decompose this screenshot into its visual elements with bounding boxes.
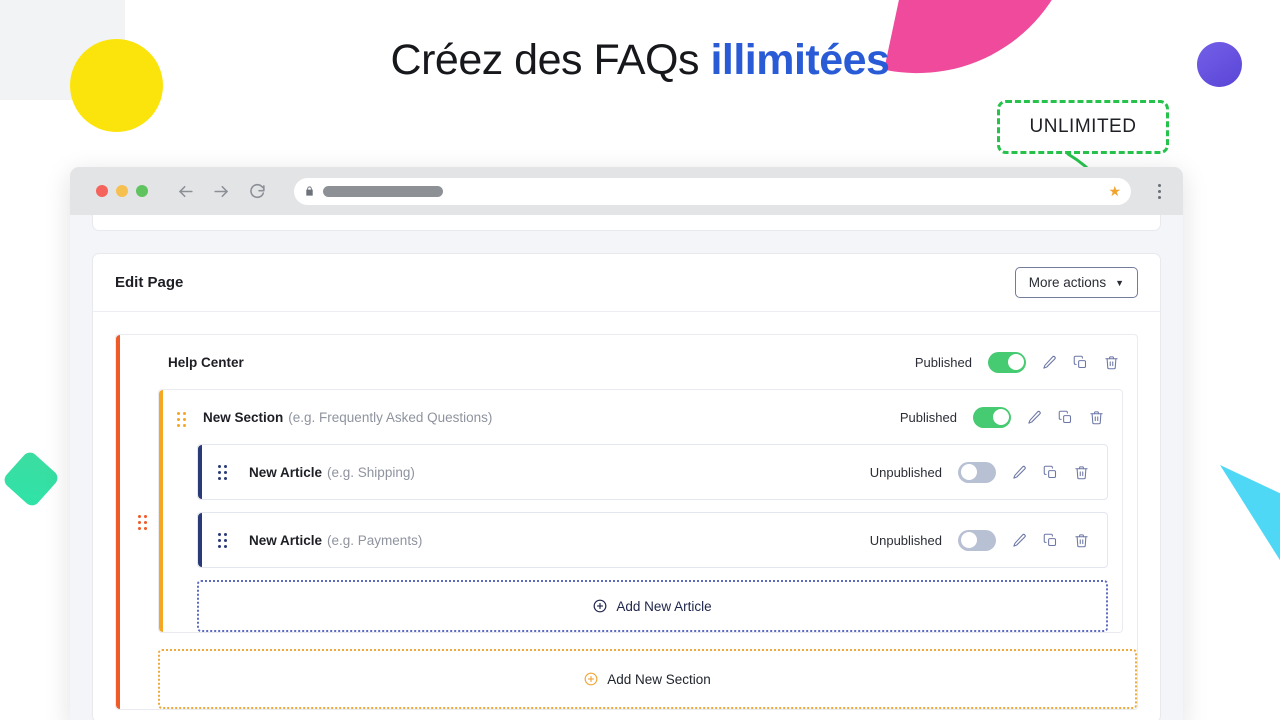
pencil-icon[interactable] <box>1027 410 1042 425</box>
section-row-hint: (e.g. Frequently Asked Questions) <box>288 409 493 425</box>
section-publish-toggle[interactable] <box>973 406 1011 428</box>
window-traffic-lights <box>96 185 148 197</box>
add-new-section-label: Add New Section <box>607 671 711 687</box>
article-row: New Article (e.g. Shipping) Unpublished <box>198 445 1107 499</box>
section-accent-bar <box>159 390 163 632</box>
section-status-label: Published <box>899 409 957 425</box>
pencil-icon[interactable] <box>1012 465 1027 480</box>
address-bar[interactable]: ★ <box>294 177 1131 205</box>
add-new-section-button[interactable]: Add New Section <box>158 649 1137 709</box>
trash-icon[interactable] <box>1104 355 1119 370</box>
browser-toolbar: ★ <box>70 167 1183 215</box>
drag-handle-page[interactable] <box>138 515 147 530</box>
trash-icon[interactable] <box>1089 410 1104 425</box>
add-new-article-button[interactable]: Add New Article <box>197 580 1108 632</box>
article-row-label: New Article <box>249 464 323 480</box>
copy-icon[interactable] <box>1058 410 1073 425</box>
section-row-label: New Section <box>203 409 284 425</box>
headline-emphasis: illimitées <box>710 36 890 84</box>
back-arrow-icon[interactable] <box>172 178 198 204</box>
page-row-actions: Published <box>914 351 1119 373</box>
article-row-label: New Article <box>249 532 323 548</box>
chevron-down-icon: ▼ <box>1115 277 1124 288</box>
lock-icon <box>304 185 315 197</box>
add-new-article-label: Add New Article <box>616 598 712 614</box>
drag-handle-article[interactable] <box>218 532 227 548</box>
unlimited-badge-label: UNLIMITED <box>1029 116 1137 137</box>
section-children: New Article (e.g. Shipping) Unpublished <box>159 444 1122 632</box>
article-accent-bar <box>198 513 202 567</box>
plus-circle-icon <box>584 672 598 686</box>
maximize-window-button[interactable] <box>136 185 148 197</box>
reload-icon[interactable] <box>244 178 270 204</box>
more-actions-label: More actions <box>1028 275 1107 290</box>
pencil-icon[interactable] <box>1042 355 1057 370</box>
article-status-label: Unpublished <box>869 532 942 548</box>
article-publish-toggle[interactable] <box>958 461 996 483</box>
article-row-actions: Unpublished <box>869 529 1089 551</box>
article-row: New Article (e.g. Payments) Unpublished <box>198 513 1107 567</box>
trash-icon[interactable] <box>1074 533 1089 548</box>
edit-page-card: Edit Page More actions ▼ Help Center Pub… <box>92 253 1161 720</box>
page-status-label: Published <box>914 354 972 370</box>
tree-node-page: Help Center Published New Section (e.g. … <box>115 334 1138 710</box>
headline-normal: Créez des FAQs <box>390 36 711 84</box>
content-tree: Help Center Published New Section (e.g. … <box>93 312 1160 710</box>
page-row-label: Help Center <box>168 354 244 370</box>
partial-card-above <box>92 215 1161 231</box>
section-row-actions: Published <box>899 406 1104 428</box>
green-diamond-decoration <box>1 449 61 509</box>
bookmark-star-icon[interactable]: ★ <box>1108 184 1121 198</box>
page-row: Help Center Published <box>120 335 1137 389</box>
drag-handle-section[interactable] <box>177 412 186 427</box>
url-text-placeholder <box>323 185 443 197</box>
article-row-actions: Unpublished <box>869 461 1089 483</box>
copy-icon[interactable] <box>1043 465 1058 480</box>
section-row: New Section (e.g. Frequently Asked Quest… <box>159 390 1122 444</box>
browser-window: ★ Edit Page More actions ▼ Help Center P… <box>70 167 1183 720</box>
unlimited-badge: UNLIMITED <box>997 100 1169 154</box>
article-status-label: Unpublished <box>869 464 942 480</box>
close-window-button[interactable] <box>96 185 108 197</box>
article-publish-toggle[interactable] <box>958 529 996 551</box>
page-title: Edit Page <box>115 274 184 291</box>
article-row-hint: (e.g. Payments) <box>327 532 423 548</box>
drag-handle-article[interactable] <box>218 464 227 480</box>
page-headline: Créez des FAQs illimitées <box>0 36 1280 85</box>
minimize-window-button[interactable] <box>116 185 128 197</box>
page-accent-bar <box>116 335 120 709</box>
pencil-icon[interactable] <box>1012 533 1027 548</box>
tree-node-article: New Article (e.g. Payments) Unpublished <box>197 512 1108 568</box>
tree-node-section: New Section (e.g. Frequently Asked Quest… <box>158 389 1123 633</box>
screenshot-root: Créez des FAQs illimitées UNLIMITED ★ Ed… <box>0 0 1280 720</box>
forward-arrow-icon[interactable] <box>208 178 234 204</box>
more-actions-button[interactable]: More actions ▼ <box>1014 267 1138 298</box>
article-accent-bar <box>198 445 202 499</box>
page-publish-toggle[interactable] <box>988 351 1026 373</box>
kebab-menu-icon[interactable] <box>1149 183 1169 199</box>
tree-node-article: New Article (e.g. Shipping) Unpublished <box>197 444 1108 500</box>
edit-page-header: Edit Page More actions ▼ <box>93 254 1160 312</box>
trash-icon[interactable] <box>1074 465 1089 480</box>
app-viewport: Edit Page More actions ▼ Help Center Pub… <box>70 215 1183 720</box>
copy-icon[interactable] <box>1043 533 1058 548</box>
plus-circle-icon <box>593 599 607 613</box>
copy-icon[interactable] <box>1073 355 1088 370</box>
article-row-hint: (e.g. Shipping) <box>327 464 415 480</box>
